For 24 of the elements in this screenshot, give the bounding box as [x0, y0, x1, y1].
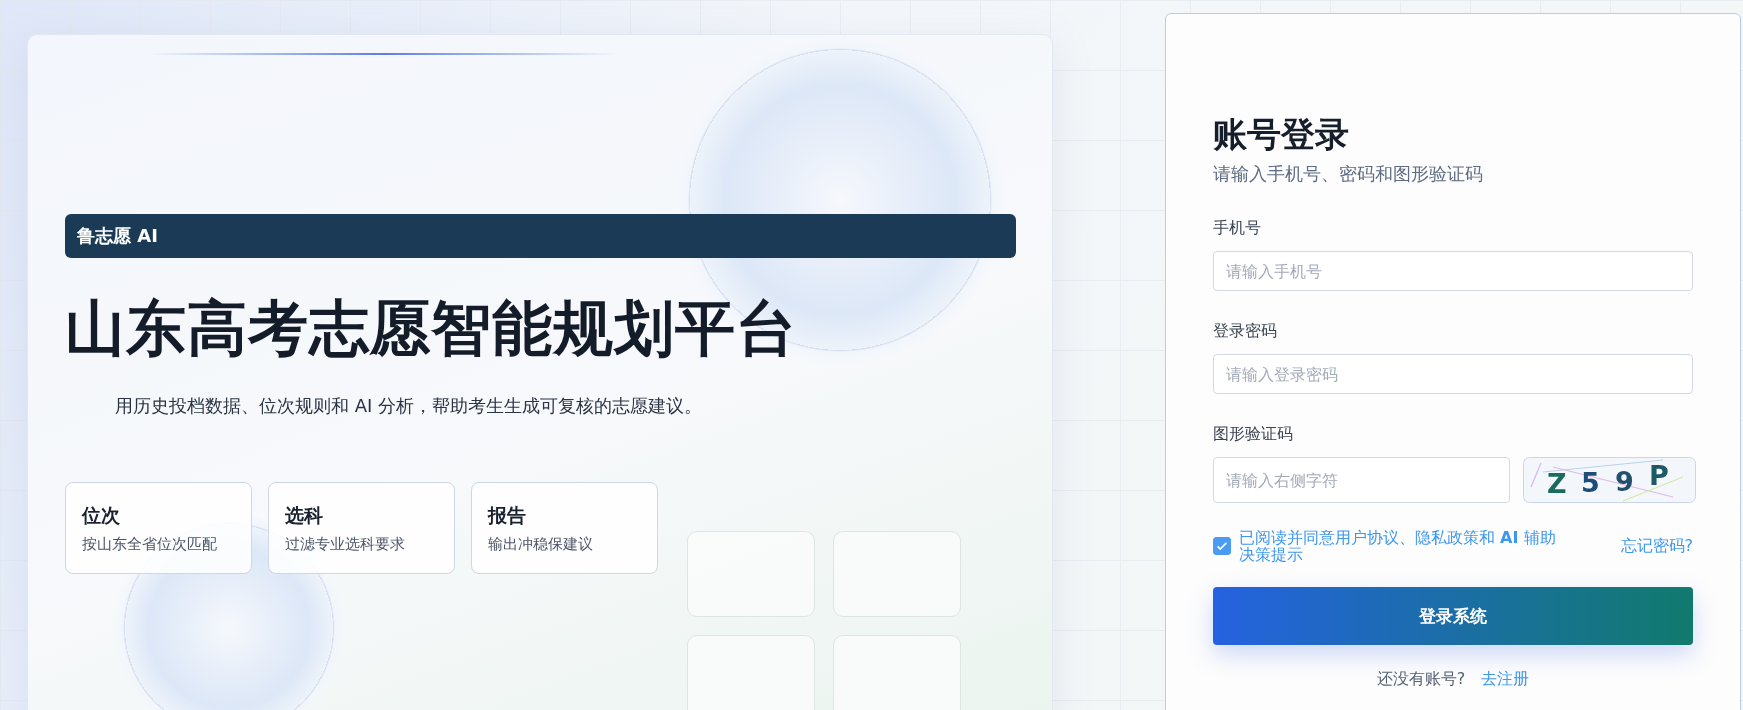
- login-title: 账号登录: [1213, 113, 1350, 156]
- feature-text: 输出冲稳保建议: [488, 534, 594, 554]
- input-field[interactable]: 请输入登录密码: [1213, 354, 1693, 394]
- agree-checkbox[interactable]: [1213, 537, 1231, 555]
- forgot-password-link[interactable]: 忘记密码?: [1620, 535, 1693, 557]
- captcha-image[interactable]: Z 5 9 P: [1523, 457, 1696, 503]
- feature-title: 报告: [488, 502, 527, 528]
- feature-title: 选科: [285, 502, 324, 528]
- feature-text: 过滤专业选科要求: [285, 534, 406, 554]
- captcha-field[interactable]: 请输入右侧字符: [1213, 457, 1510, 503]
- input-field[interactable]: 请输入手机号: [1213, 251, 1693, 291]
- field-label: 手机号: [1213, 218, 1262, 239]
- login-button[interactable]: 登录系统: [1213, 587, 1693, 645]
- brand-banner: 鲁志愿 AI: [65, 214, 1016, 258]
- feature-title: 位次: [82, 502, 121, 528]
- field-label: 图形验证码: [1213, 424, 1294, 445]
- hero-title: 山东高考志愿智能规划平台: [65, 292, 798, 365]
- login-subtitle: 请输入手机号、密码和图形验证码: [1213, 162, 1484, 186]
- hero-description: 用历史投档数据、位次规则和 AI 分析，帮助考生生成可复核的志愿建议。: [115, 394, 704, 418]
- feature-text: 按山东全省位次匹配: [82, 534, 218, 554]
- agreement-text[interactable]: 已阅读并同意用户协议、隐私政策和 AI 辅助决策提示: [1239, 529, 1569, 563]
- register-link[interactable]: 去注册: [1481, 669, 1530, 690]
- register-prompt: 还没有账号?: [1376, 669, 1466, 690]
- field-label: 登录密码: [1213, 321, 1278, 342]
